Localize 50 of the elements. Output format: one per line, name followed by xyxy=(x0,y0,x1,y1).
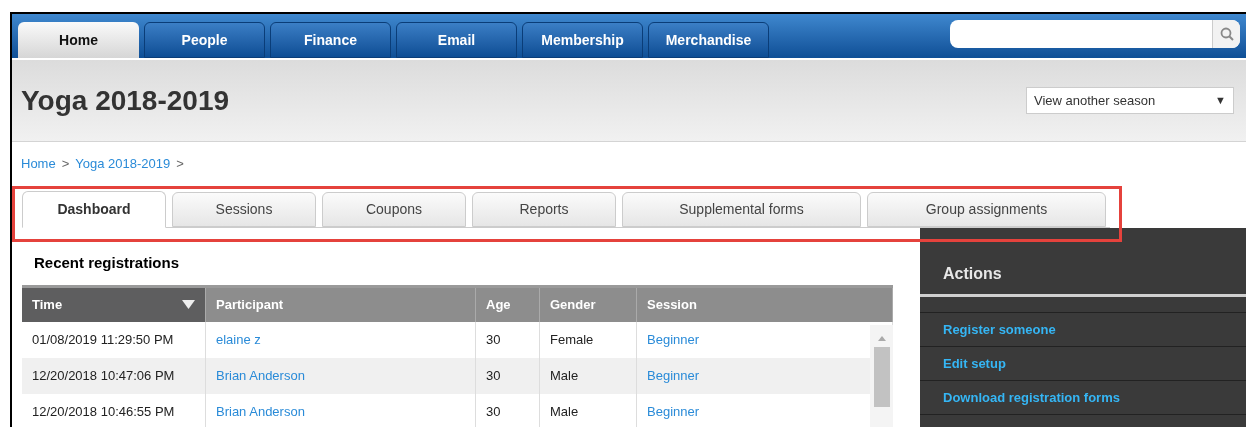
breadcrumb-separator: > xyxy=(61,155,70,174)
section-tab[interactable]: Sessions xyxy=(172,192,316,227)
breadcrumb-link[interactable]: Yoga 2018-2019 xyxy=(75,154,171,174)
table-cell-text: 30 xyxy=(486,402,501,421)
action-link[interactable]: Edit setup xyxy=(943,353,1006,374)
panel-title: Actions xyxy=(920,228,1246,297)
table-cell-text: 30 xyxy=(486,330,501,349)
section-tab[interactable]: Dashboard xyxy=(22,191,166,228)
table-cell-text: 30 xyxy=(486,366,501,385)
action-link[interactable]: Register someone xyxy=(943,319,1056,340)
nav-tab[interactable]: Home xyxy=(18,22,139,58)
table-cell-text: 12/20/2018 10:46:55 PM xyxy=(32,402,175,421)
table-link[interactable]: Beginner xyxy=(647,365,700,386)
search-icon[interactable] xyxy=(1219,27,1234,41)
page-title: Yoga 2018-2019 xyxy=(21,83,230,118)
table-link[interactable]: Beginner xyxy=(647,329,700,350)
column-header[interactable]: Participant xyxy=(206,287,476,322)
table-cell-text: 12/20/2018 10:47:06 PM xyxy=(32,366,175,385)
scrollbar[interactable] xyxy=(870,324,893,427)
scroll-up-icon[interactable] xyxy=(876,334,887,341)
table-link[interactable]: Beginner xyxy=(647,401,700,422)
section-tab[interactable]: Supplemental forms xyxy=(622,192,861,227)
section-tab[interactable]: Group assignments xyxy=(867,192,1106,227)
table-cell-text: Male xyxy=(550,402,579,421)
column-header[interactable]: Time xyxy=(22,287,206,322)
nav-tab[interactable]: Merchandise xyxy=(648,22,769,58)
nav-tab[interactable]: People xyxy=(144,22,265,58)
breadcrumb-separator: > xyxy=(176,155,184,174)
section-tab[interactable]: Coupons xyxy=(322,192,466,227)
nav-tab[interactable]: Membership xyxy=(522,22,643,58)
column-header[interactable]: Session xyxy=(637,287,893,322)
action-link[interactable]: Download registration forms xyxy=(943,387,1120,408)
table-link[interactable]: Brian Anderson xyxy=(216,401,305,422)
table-link[interactable]: elaine z xyxy=(216,329,261,350)
nav-tab[interactable]: Email xyxy=(396,22,517,58)
nav-tab[interactable]: Finance xyxy=(270,22,391,58)
sort-descending-icon[interactable] xyxy=(182,300,195,309)
table-cell-text: Female xyxy=(550,330,594,349)
column-header[interactable]: Gender xyxy=(540,287,637,322)
table-cell-text: 01/08/2019 11:29:50 PM xyxy=(32,330,174,349)
season-dropdown[interactable]: View another season ▼ xyxy=(1026,87,1234,114)
search-field[interactable] xyxy=(950,20,1240,48)
section-title: Recent registrations xyxy=(34,253,181,273)
table-link[interactable]: Brian Anderson xyxy=(216,365,305,386)
breadcrumb-link[interactable]: Home xyxy=(21,154,56,174)
table-cell-text: Male xyxy=(550,366,579,385)
section-tab[interactable]: Reports xyxy=(472,192,616,227)
dropdown-arrow-icon[interactable]: ▼ xyxy=(1215,92,1226,109)
scrollbar-thumb[interactable] xyxy=(873,346,890,407)
column-header[interactable]: Age xyxy=(476,287,540,322)
